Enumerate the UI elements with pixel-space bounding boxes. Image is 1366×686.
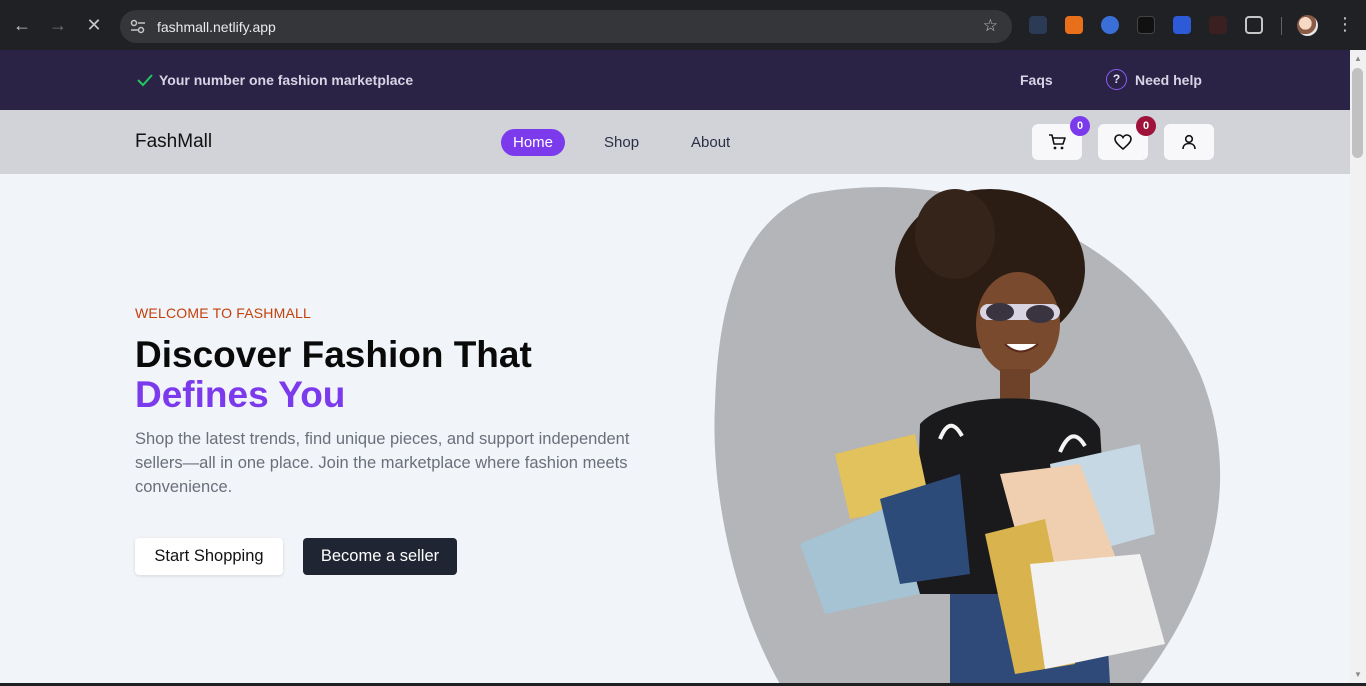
help-icon[interactable]: ? xyxy=(1106,69,1127,90)
site-logo[interactable]: FashMall xyxy=(135,131,212,153)
faqs-link[interactable]: Faqs xyxy=(1020,72,1053,88)
checkmark-icon xyxy=(137,74,153,87)
cart-icon xyxy=(1049,134,1066,150)
account-button[interactable] xyxy=(1164,124,1214,160)
heart-icon xyxy=(1114,134,1132,151)
cart-button[interactable]: 0 xyxy=(1032,116,1090,160)
scrollbar-thumb[interactable] xyxy=(1352,68,1363,158)
site-settings-icon[interactable] xyxy=(129,18,147,35)
react-devtools-extension-icon[interactable] xyxy=(1029,16,1047,34)
nav-link-home[interactable]: Home xyxy=(501,129,566,156)
main-navbar: FashMall Home Shop About 0 0 xyxy=(0,110,1350,174)
extensions-puzzle-icon[interactable] xyxy=(1245,16,1263,34)
stop-loading-icon[interactable]: ✕ xyxy=(82,13,106,37)
wishlist-count-badge: 0 xyxy=(1136,116,1156,136)
hero-description: Shop the latest trends, find unique piec… xyxy=(135,430,630,496)
back-arrow-icon[interactable]: ← xyxy=(10,13,34,37)
browser-toolbar: ← → ✕ fashmall.netlify.app ☆ ⋮ xyxy=(0,0,1366,50)
page-scrollbar[interactable]: ▲ ▼ xyxy=(1350,50,1366,683)
extension-blue-icon[interactable] xyxy=(1101,16,1119,34)
forward-arrow-icon[interactable]: → xyxy=(46,13,70,37)
user-icon xyxy=(1182,134,1196,150)
nav-link-shop[interactable]: Shop xyxy=(592,129,651,156)
bookmark-star-icon[interactable]: ☆ xyxy=(983,16,998,36)
hero-headline: Discover Fashion That Defines You xyxy=(135,335,532,415)
wishlist-button[interactable]: 0 xyxy=(1098,116,1156,160)
hero-image xyxy=(714,187,1221,683)
hero-eyebrow: WELCOME TO FASHMALL xyxy=(135,305,311,321)
hero-headline-line1: Discover Fashion That xyxy=(135,334,532,375)
cart-count-badge: 0 xyxy=(1070,116,1090,136)
hero-headline-accent: Defines You xyxy=(135,374,346,415)
nav-link-about[interactable]: About xyxy=(679,129,742,156)
extension-devtools-icon[interactable] xyxy=(1173,16,1191,34)
become-seller-button[interactable]: Become a seller xyxy=(303,538,457,575)
page-viewport: Your number one fashion marketplace Faqs… xyxy=(0,50,1350,683)
tagline: Your number one fashion marketplace xyxy=(159,72,414,88)
extension-red-icon[interactable] xyxy=(1209,16,1227,34)
need-help-link[interactable]: Need help xyxy=(1135,72,1202,88)
extension-black-icon[interactable] xyxy=(1137,16,1155,34)
extension-orange-icon[interactable] xyxy=(1065,16,1083,34)
url-text[interactable]: fashmall.netlify.app xyxy=(157,19,276,35)
toolbar-separator xyxy=(1281,17,1282,35)
announcement-bar: Your number one fashion marketplace Faqs… xyxy=(0,50,1350,110)
profile-avatar[interactable] xyxy=(1297,15,1318,36)
address-bar[interactable]: fashmall.netlify.app ☆ xyxy=(120,10,1012,43)
browser-menu-icon[interactable]: ⋮ xyxy=(1336,14,1354,35)
scroll-down-arrow-icon[interactable]: ▼ xyxy=(1353,670,1363,679)
scroll-up-arrow-icon[interactable]: ▲ xyxy=(1353,54,1363,63)
start-shopping-button[interactable]: Start Shopping xyxy=(135,538,283,575)
